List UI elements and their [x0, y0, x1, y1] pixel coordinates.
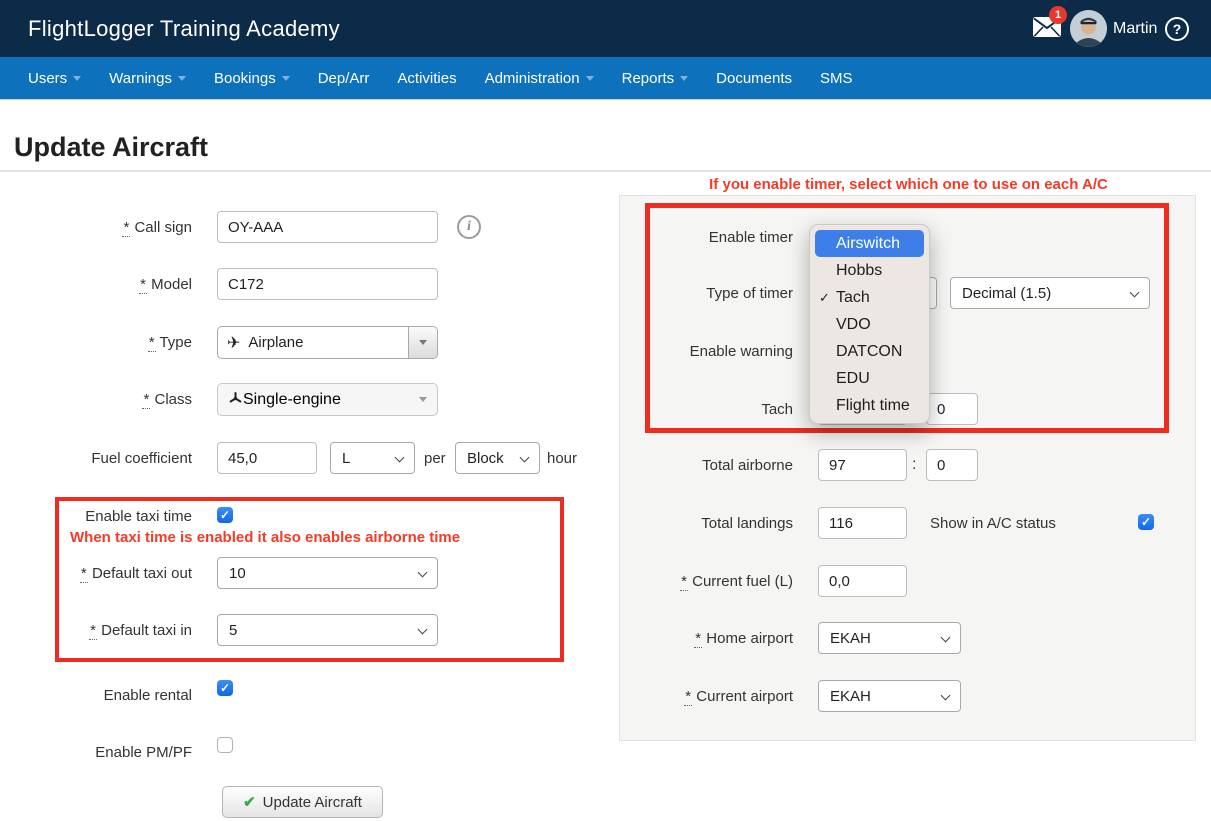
timer-option-airswitch[interactable]: Airswitch: [815, 230, 924, 257]
timer-option-vdo[interactable]: VDO: [810, 311, 929, 338]
chevron-down-icon: [418, 568, 428, 578]
fuel-coefficient-input[interactable]: [217, 442, 317, 474]
chevron-down-icon: [395, 453, 405, 463]
class-label: * Class: [0, 391, 192, 409]
timer-option-tach[interactable]: ✓Tach: [810, 284, 929, 311]
timer-dropdown-menu: Airswitch Hobbs ✓Tach VDO DATCON EDU Fli…: [809, 224, 930, 424]
model-label: * Model: [0, 276, 192, 294]
chevron-down-icon: [73, 76, 81, 81]
timer-option-hobbs[interactable]: Hobbs: [810, 257, 929, 284]
chevron-down-icon: [586, 76, 594, 81]
enable-taxi-time-checkbox[interactable]: [217, 507, 233, 523]
current-airport-select[interactable]: EKAH: [818, 680, 961, 712]
hour-text: hour: [547, 450, 577, 468]
timer-option-edu[interactable]: EDU: [810, 365, 929, 392]
user-name[interactable]: Martin: [1113, 0, 1157, 57]
nav-item-reports[interactable]: Reports: [622, 70, 689, 87]
chevron-down-icon: [178, 76, 186, 81]
type-of-timer-label: Type of timer: [620, 285, 793, 303]
total-landings-label: Total landings: [620, 515, 793, 533]
model-input[interactable]: [217, 268, 438, 300]
type-select-button[interactable]: [408, 327, 437, 358]
nav-item-warnings[interactable]: Warnings: [109, 70, 186, 87]
enable-pm-pf-checkbox[interactable]: [217, 737, 233, 753]
app-brand: FlightLogger Training Academy: [28, 0, 340, 57]
total-landings-input[interactable]: [818, 507, 907, 539]
nav-item-dep-arr[interactable]: Dep/Arr: [318, 70, 370, 87]
nav-item-sms[interactable]: SMS: [820, 70, 853, 87]
nav-item-activities[interactable]: Activities: [397, 70, 456, 87]
nav-item-documents[interactable]: Documents: [716, 70, 792, 87]
page-title: Update Aircraft: [14, 132, 208, 163]
airplane-icon: ✈: [227, 333, 240, 353]
call-sign-input[interactable]: [217, 211, 438, 243]
update-aircraft-button[interactable]: ✔ Update Aircraft: [222, 786, 383, 818]
chevron-down-icon: [680, 76, 688, 81]
timer-option-datcon[interactable]: DATCON: [810, 338, 929, 365]
app-header: FlightLogger Training Academy 1 Martin ?: [0, 0, 1211, 57]
mail-unread-badge: 1: [1049, 6, 1067, 24]
call-sign-label: * Call sign: [0, 219, 192, 237]
total-airborne-label: Total airborne: [620, 457, 793, 475]
update-aircraft-page: FlightLogger Training Academy 1 Martin ?…: [0, 0, 1211, 821]
nav-item-users[interactable]: Users: [28, 70, 81, 87]
chevron-down-icon: [941, 691, 951, 701]
tach-label: Tach: [620, 401, 793, 419]
fuel-per-select[interactable]: Block: [455, 442, 540, 474]
enable-rental-label: Enable rental: [0, 687, 192, 705]
title-divider: [0, 170, 1211, 172]
timer-format-select[interactable]: Decimal (1.5): [950, 277, 1150, 309]
chevron-down-icon: [418, 625, 428, 635]
default-taxi-out-select[interactable]: 10: [217, 557, 438, 589]
class-select[interactable]: Single-engine: [217, 383, 438, 416]
enable-rental-checkbox[interactable]: [217, 680, 233, 696]
home-airport-label: * Home airport: [620, 630, 793, 648]
show-in-ac-status-label: Show in A/C status: [930, 515, 1056, 533]
help-icon[interactable]: ?: [1165, 17, 1189, 41]
dropdown-arrow-icon: [419, 340, 427, 345]
propeller-icon: [228, 392, 243, 407]
current-fuel-label: * Current fuel (L): [620, 573, 793, 591]
avatar[interactable]: [1070, 10, 1107, 47]
selected-check-icon: ✓: [819, 284, 830, 311]
current-fuel-input[interactable]: [818, 565, 907, 597]
default-taxi-out-label: * Default taxi out: [0, 565, 192, 583]
timer-annotation-text: If you enable timer, select which one to…: [620, 176, 1197, 193]
total-airborne-minutes-input[interactable]: [926, 449, 978, 481]
fuel-unit-select[interactable]: L: [330, 442, 415, 474]
home-airport-select[interactable]: EKAH: [818, 622, 961, 654]
total-airborne-colon: :: [912, 456, 916, 474]
taxi-time-note: When taxi time is enabled it also enable…: [70, 529, 460, 546]
check-icon: ✔: [243, 793, 256, 811]
chevron-down-icon: [941, 633, 951, 643]
info-icon[interactable]: i: [457, 215, 481, 239]
nav-item-administration[interactable]: Administration: [485, 70, 594, 87]
dropdown-arrow-icon: [419, 397, 427, 402]
enable-pm-pf-label: Enable PM/PF: [0, 744, 192, 762]
nav-item-bookings[interactable]: Bookings: [214, 70, 290, 87]
total-airborne-hours-input[interactable]: [818, 449, 907, 481]
enable-taxi-time-label: Enable taxi time: [0, 508, 192, 526]
avatar-image: [1070, 10, 1107, 47]
enable-timer-label: Enable timer: [620, 229, 793, 247]
type-label: * Type: [0, 334, 192, 352]
default-taxi-in-label: * Default taxi in: [0, 622, 192, 640]
chevron-down-icon: [1130, 288, 1140, 298]
default-taxi-in-select[interactable]: 5: [217, 614, 438, 646]
per-text: per: [424, 450, 446, 468]
tach-minutes-input[interactable]: [926, 393, 978, 425]
current-airport-label: * Current airport: [620, 688, 793, 706]
enable-warning-label: Enable warning: [620, 343, 793, 361]
main-nav: Users Warnings Bookings Dep/Arr Activiti…: [0, 57, 1211, 100]
type-select[interactable]: ✈ Airplane: [217, 326, 438, 359]
fuel-coefficient-label: Fuel coefficient: [0, 450, 192, 468]
chevron-down-icon: [282, 76, 290, 81]
chevron-down-icon: [520, 453, 530, 463]
show-in-ac-status-checkbox[interactable]: [1138, 514, 1154, 530]
timer-option-flight-time[interactable]: Flight time: [810, 392, 929, 419]
